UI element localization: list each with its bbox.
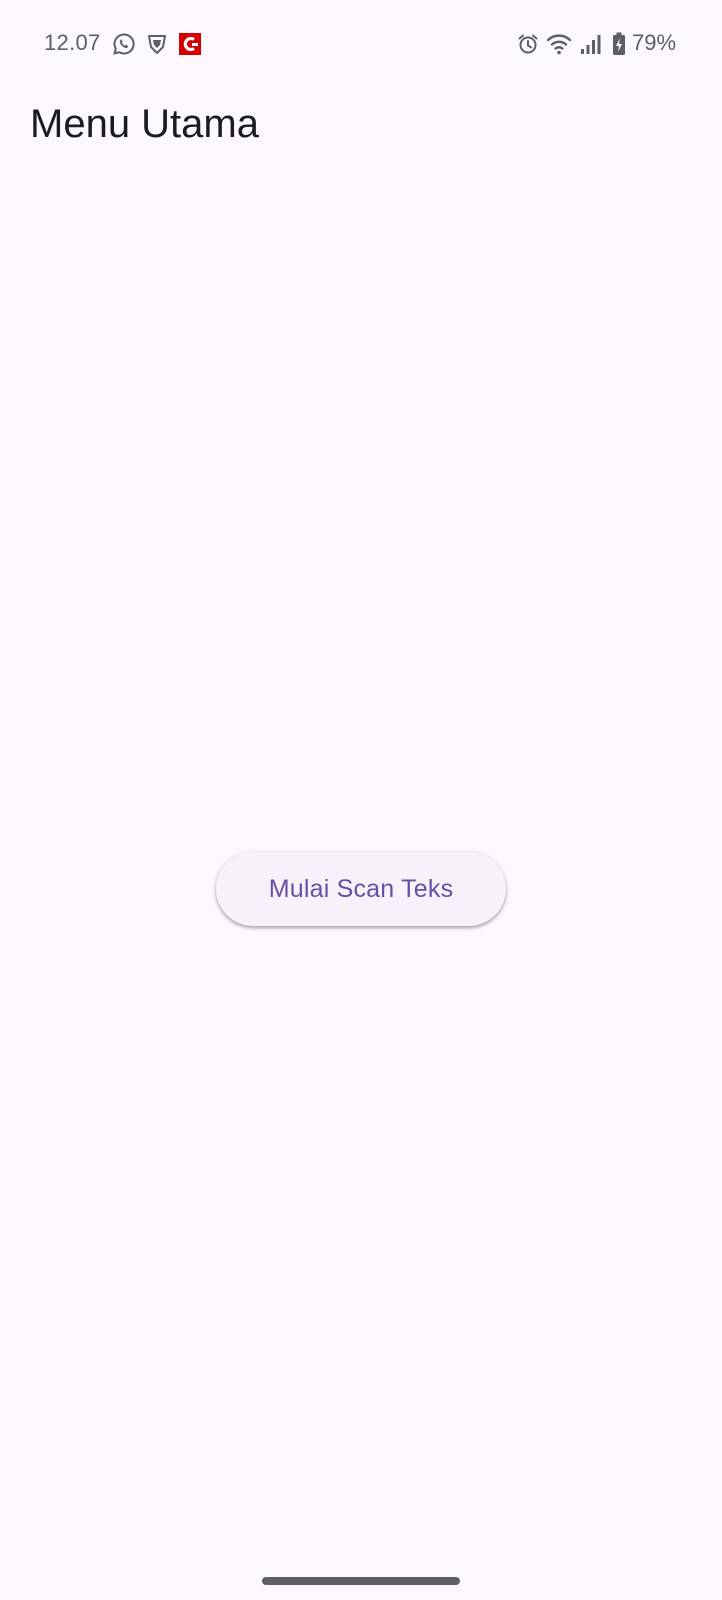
status-time: 12.07: [44, 30, 101, 55]
gesture-navigation-handle[interactable]: [262, 1577, 460, 1585]
wifi-icon: [546, 32, 572, 56]
battery-charging-icon: [612, 32, 626, 56]
alarm-icon: [516, 32, 540, 56]
app-c-icon: [178, 32, 202, 56]
status-bar: 12.07 79%: [0, 0, 722, 90]
vpn-shield-icon: [145, 32, 169, 56]
page-title: Menu Utama: [30, 102, 259, 146]
whatsapp-icon: [112, 32, 136, 56]
start-scan-text-button[interactable]: Mulai Scan Teks: [216, 852, 506, 926]
battery-percentage: 79%: [632, 30, 677, 55]
signal-icon: [580, 32, 602, 56]
